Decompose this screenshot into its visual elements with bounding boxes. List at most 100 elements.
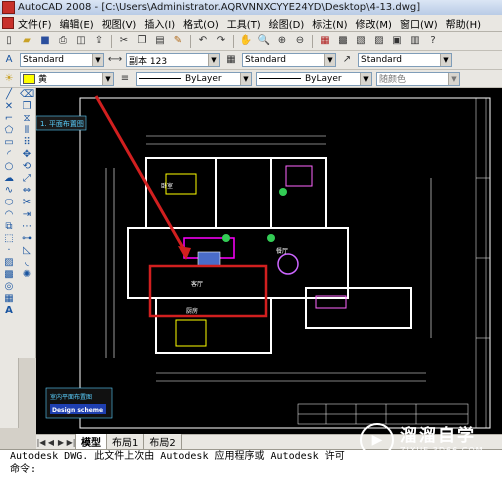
- dim-style-value: 副本 123: [129, 56, 168, 67]
- layer-properties-icon[interactable]: ≡: [117, 71, 133, 86]
- first-tab-icon[interactable]: |◀: [36, 438, 46, 447]
- tab-layout2[interactable]: 布局2: [143, 434, 182, 450]
- move-icon[interactable]: ✥: [20, 149, 34, 160]
- polyline-icon[interactable]: ⌐: [2, 113, 16, 124]
- open-icon[interactable]: ▰: [19, 34, 35, 49]
- cut-icon[interactable]: ✂: [116, 34, 132, 49]
- calculator-icon[interactable]: ▥: [407, 34, 423, 49]
- circle-icon[interactable]: ○: [2, 161, 16, 172]
- menu-dimension[interactable]: 标注(N): [308, 16, 351, 31]
- menu-view[interactable]: 视图(V): [98, 16, 141, 31]
- help-icon[interactable]: ?: [425, 34, 441, 49]
- redo-icon[interactable]: ↷: [213, 34, 229, 49]
- menu-file[interactable]: 文件(F): [16, 16, 56, 31]
- spline-icon[interactable]: ∿: [2, 185, 16, 196]
- command-prompt[interactable]: 命令:: [0, 463, 502, 476]
- properties-icon[interactable]: ▦: [317, 34, 333, 49]
- array-icon[interactable]: ⠿: [20, 137, 34, 148]
- menu-format[interactable]: 格式(O): [179, 16, 223, 31]
- menu-edit[interactable]: 编辑(E): [56, 16, 98, 31]
- erase-icon[interactable]: ⌫: [20, 89, 34, 100]
- copy-icon[interactable]: ❐: [134, 34, 150, 49]
- lineweight-sample: [259, 78, 301, 79]
- menu-draw[interactable]: 绘图(D): [265, 16, 309, 31]
- construction-line-icon[interactable]: ✕: [2, 101, 16, 112]
- copy-object-icon[interactable]: ❐: [20, 101, 34, 112]
- text-style-select[interactable]: Standard ▼: [20, 53, 104, 67]
- chevron-down-icon: ▼: [448, 72, 459, 85]
- tab-model[interactable]: 模型: [75, 434, 107, 450]
- room-label-dining: 餐厅: [276, 247, 288, 255]
- table-icon[interactable]: ▦: [2, 293, 16, 304]
- insert-block-icon[interactable]: ⧉: [2, 221, 16, 232]
- break-icon[interactable]: ⋯: [20, 221, 34, 232]
- tab-layout1[interactable]: 布局1: [106, 434, 145, 450]
- highlight-box: [148, 264, 268, 318]
- save-icon[interactable]: ■: [37, 34, 53, 49]
- menu-bar: 文件(F) 编辑(E) 视图(V) 插入(I) 格式(O) 工具(T) 绘图(D…: [0, 15, 502, 32]
- prev-tab-icon[interactable]: ◀: [46, 438, 56, 447]
- drawing-canvas[interactable]: 1. 平面布置图 客厅 卧室 厨房 餐厅 室内平面布置图 Design sche…: [36, 88, 502, 434]
- layer-select[interactable]: 黄 ▼: [20, 71, 114, 86]
- autocad-app-icon[interactable]: [2, 1, 15, 14]
- gradient-icon[interactable]: ▩: [2, 269, 16, 280]
- new-icon[interactable]: ▯: [1, 34, 17, 49]
- undo-icon[interactable]: ↶: [195, 34, 211, 49]
- linetype-select[interactable]: ByLayer ▼: [136, 71, 252, 86]
- lineweight-select[interactable]: ByLayer ▼: [256, 71, 372, 86]
- markup-icon[interactable]: ▣: [389, 34, 405, 49]
- hatch-icon[interactable]: ▨: [2, 257, 16, 268]
- ellipse-icon[interactable]: ⬭: [2, 197, 16, 208]
- document-icon[interactable]: [2, 17, 14, 29]
- ellipse-arc-icon[interactable]: ◠: [2, 209, 16, 220]
- line-icon[interactable]: ╱: [2, 89, 16, 100]
- toolbar-separator: [190, 34, 191, 48]
- table-style-select[interactable]: Standard ▼: [242, 53, 336, 67]
- chamfer-icon[interactable]: ◺: [20, 245, 34, 256]
- join-icon[interactable]: ⊶: [20, 233, 34, 244]
- mirror-icon[interactable]: ⧖: [20, 113, 34, 124]
- rotate-icon[interactable]: ⟲: [20, 161, 34, 172]
- explode-icon[interactable]: ✺: [20, 269, 34, 280]
- fillet-icon[interactable]: ◟: [20, 257, 34, 268]
- plotstyle-select[interactable]: 随颜色 ▼: [376, 71, 460, 86]
- stretch-icon[interactable]: ⇔: [20, 185, 34, 196]
- plot-preview-icon[interactable]: ◫: [73, 34, 89, 49]
- pan-icon[interactable]: ✋: [238, 34, 254, 49]
- arc-icon[interactable]: ◜: [2, 149, 16, 160]
- menu-insert[interactable]: 插入(I): [140, 16, 179, 31]
- next-tab-icon[interactable]: ▶: [56, 438, 66, 447]
- table-style-value: Standard: [245, 55, 286, 65]
- mtext-icon[interactable]: A: [2, 305, 16, 316]
- sheet-set-icon[interactable]: ▨: [371, 34, 387, 49]
- styles-toolbar: A Standard ▼ ⟷ 副本 123 ▼ ▦ Standard ▼ ↗ S…: [0, 51, 502, 70]
- point-icon[interactable]: ·: [2, 245, 16, 256]
- offset-icon[interactable]: ⫴: [20, 125, 34, 136]
- match-properties-icon[interactable]: ✎: [170, 34, 186, 49]
- chevron-down-icon: ▼: [208, 54, 219, 66]
- zoom-window-icon[interactable]: ⊕: [274, 34, 290, 49]
- tool-palettes-icon[interactable]: ▧: [353, 34, 369, 49]
- menu-help[interactable]: 帮助(H): [442, 16, 485, 31]
- paste-icon[interactable]: ▤: [152, 34, 168, 49]
- rectangle-icon[interactable]: ▭: [2, 137, 16, 148]
- dim-style-select[interactable]: 副本 123 ▼: [126, 53, 220, 67]
- make-block-icon[interactable]: ⬚: [2, 233, 16, 244]
- menu-modify[interactable]: 修改(M): [352, 16, 396, 31]
- polygon-icon[interactable]: ⬠: [2, 125, 16, 136]
- plot-icon[interactable]: ⎙: [55, 34, 71, 49]
- zoom-realtime-icon[interactable]: 🔍: [256, 34, 272, 49]
- watermark: ▶ 溜溜自学 ZIXUE.3D66.COM: [360, 420, 500, 460]
- zoom-previous-icon[interactable]: ⊖: [292, 34, 308, 49]
- extend-icon[interactable]: ⇥: [20, 209, 34, 220]
- menu-window[interactable]: 窗口(W): [396, 16, 442, 31]
- menu-tools[interactable]: 工具(T): [223, 16, 265, 31]
- publish-icon[interactable]: ⇪: [91, 34, 107, 49]
- revision-cloud-icon[interactable]: ☁: [2, 173, 16, 184]
- region-icon[interactable]: ◎: [2, 281, 16, 292]
- design-center-icon[interactable]: ▩: [335, 34, 351, 49]
- trim-icon[interactable]: ✂: [20, 197, 34, 208]
- multileader-style-select[interactable]: Standard ▼: [358, 53, 452, 67]
- scale-icon[interactable]: ⤢: [20, 173, 34, 184]
- dim-style-icon: ⟷: [107, 54, 123, 65]
